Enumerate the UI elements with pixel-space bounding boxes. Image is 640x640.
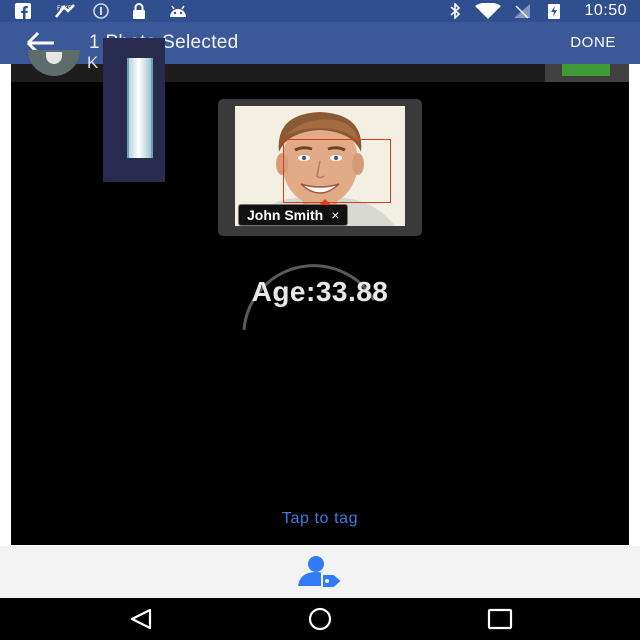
facebook-icon bbox=[14, 3, 32, 19]
scroll-handle-grip bbox=[127, 58, 153, 158]
no-signal-icon bbox=[512, 3, 532, 19]
lock-icon bbox=[131, 3, 147, 19]
name-tag[interactable]: John Smith × bbox=[238, 199, 349, 226]
circle-home-icon bbox=[308, 607, 332, 631]
tag-person-icon bbox=[298, 556, 344, 589]
square-recents-icon bbox=[487, 608, 513, 630]
fake-gps-icon: FAKE bbox=[54, 3, 76, 19]
scroll-handle[interactable] bbox=[103, 38, 165, 182]
owner-name-partial: K bbox=[87, 53, 99, 72]
battery-charging-icon bbox=[546, 3, 562, 19]
android-icon bbox=[168, 3, 188, 19]
face-card[interactable]: John Smith × bbox=[218, 99, 422, 236]
tag-person-button[interactable] bbox=[296, 554, 344, 590]
status-bar: FAKE 10:50 bbox=[0, 0, 640, 22]
bluetooth-icon bbox=[448, 3, 462, 19]
system-nav-bar bbox=[0, 598, 640, 640]
nav-recents-button[interactable] bbox=[486, 607, 514, 631]
age-estimate: Age:33.88 bbox=[251, 276, 389, 307]
status-time: 10:50 bbox=[584, 2, 627, 19]
svg-text:FAKE: FAKE bbox=[57, 5, 72, 12]
bottom-action-bar bbox=[0, 546, 640, 598]
tap-to-tag-link[interactable]: Tap to tag bbox=[0, 510, 640, 528]
tag-name-label: John Smith bbox=[247, 207, 324, 223]
info-icon bbox=[92, 3, 110, 19]
done-button[interactable]: DONE bbox=[570, 34, 616, 51]
face-detection-box bbox=[283, 139, 391, 203]
triangle-back-icon bbox=[130, 608, 152, 630]
share-icon bbox=[562, 64, 610, 76]
share-button[interactable] bbox=[545, 64, 629, 82]
nav-back-button[interactable] bbox=[128, 607, 156, 631]
nav-home-button[interactable] bbox=[306, 607, 334, 631]
remove-tag-button[interactable]: × bbox=[331, 207, 339, 223]
wifi-icon bbox=[474, 3, 502, 19]
